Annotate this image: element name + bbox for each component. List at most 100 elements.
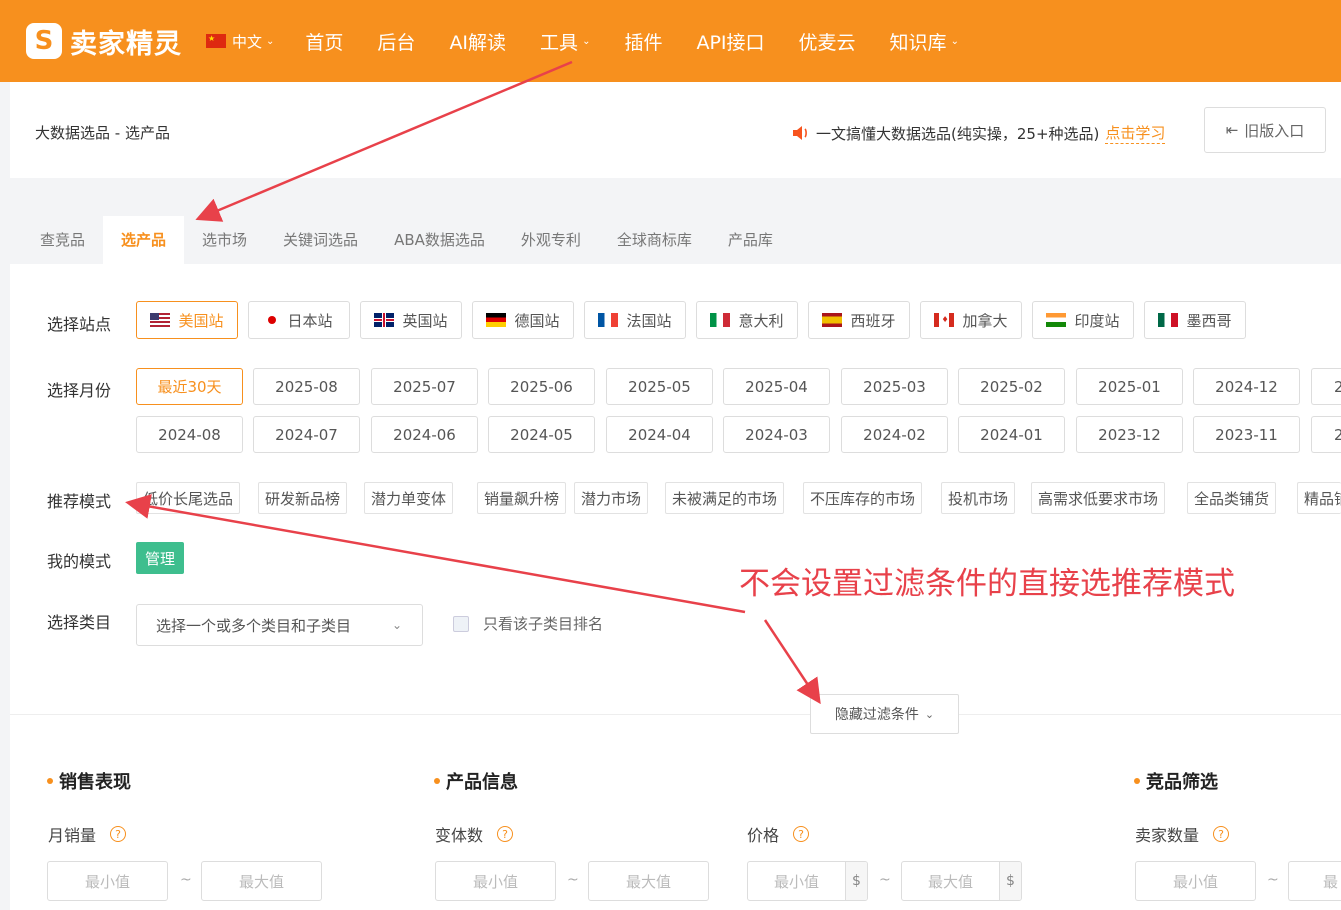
manage-button[interactable]: 管理 xyxy=(136,542,184,574)
nav-item-home[interactable]: 首页 xyxy=(305,28,343,55)
old-version-label: 旧版入口 xyxy=(1244,121,1305,140)
tab-competitor[interactable]: 查竞品 xyxy=(22,216,103,264)
month-chip[interactable]: 2023-12 xyxy=(1076,416,1183,453)
nav-item-knowledge[interactable]: 知识库 ⌄ xyxy=(890,28,959,55)
month-chip[interactable]: 2025-07 xyxy=(371,368,478,405)
site-chip-mx[interactable]: 墨西哥 xyxy=(1144,301,1246,339)
seller-count-min-input[interactable]: 最小值 xyxy=(1135,861,1256,901)
site-chip-us[interactable]: 美国站 xyxy=(136,301,238,339)
nav-item-api[interactable]: API接口 xyxy=(696,28,764,55)
month-chip[interactable]: 2024-07 xyxy=(253,416,360,453)
price-min-input[interactable]: 最小值 $ xyxy=(747,861,868,901)
monthly-sales-text: 月销量 xyxy=(48,826,97,845)
tab-design-patent[interactable]: 外观专利 xyxy=(503,216,599,264)
nav-item-plugin[interactable]: 插件 xyxy=(624,28,662,55)
monthly-sales-max-input[interactable]: 最大值 xyxy=(201,861,322,901)
mode-tag-label: 高需求低要求市场 xyxy=(1038,489,1159,508)
month-chip[interactable]: 2024-06 xyxy=(371,416,478,453)
month-chip-label: 2025-04 xyxy=(745,377,808,396)
help-icon[interactable]: ? xyxy=(793,826,810,842)
site-chip-ca[interactable]: ♦ 加拿大 xyxy=(920,301,1022,339)
tab-keyword[interactable]: 关键词选品 xyxy=(265,216,376,264)
learn-link[interactable]: 点击学习 xyxy=(1105,122,1166,144)
month-chip[interactable]: 2024-12 xyxy=(1193,368,1300,405)
month-chip[interactable]: 2025-06 xyxy=(488,368,595,405)
tab-bar: 查竞品 选产品 选市场 关键词选品 ABA数据选品 外观专利 全球商标库 产品库 xyxy=(22,216,791,264)
monthly-sales-label: 月销量? xyxy=(48,822,127,846)
month-chip[interactable]: 2024-08 xyxy=(136,416,243,453)
month-chip[interactable]: 2 xyxy=(1311,416,1341,453)
mode-tag[interactable]: 精品铺 xyxy=(1297,482,1341,514)
month-chip[interactable]: 2024-05 xyxy=(488,416,595,453)
subcategory-only-checkbox[interactable] xyxy=(453,615,469,632)
mode-tag[interactable]: 全品类铺货 xyxy=(1187,482,1277,514)
site-chip-de[interactable]: 德国站 xyxy=(472,301,574,339)
mode-tag[interactable]: 未被满足的市场 xyxy=(665,482,785,514)
month-chip[interactable]: 最近30天 xyxy=(136,368,243,405)
month-chip[interactable]: 2025-04 xyxy=(723,368,830,405)
nav-item-tools[interactable]: 工具 ⌄ xyxy=(540,28,590,55)
month-chip-label: 2024-12 xyxy=(1215,377,1278,396)
mode-tag[interactable]: 投机市场 xyxy=(941,482,1016,514)
hide-filters-button[interactable]: 隐藏过滤条件 ⌄ xyxy=(810,694,959,734)
tab-product-library[interactable]: 产品库 xyxy=(710,216,791,264)
seller-count-max-input[interactable]: 最 xyxy=(1288,861,1341,901)
tab-trademark[interactable]: 全球商标库 xyxy=(599,216,710,264)
language-switcher[interactable]: 中文 ⌄ xyxy=(206,31,274,52)
mode-tag[interactable]: 不压库存的市场 xyxy=(803,482,923,514)
variants-min-input[interactable]: 最小值 xyxy=(435,861,556,901)
month-chip-label: 2025-07 xyxy=(393,377,456,396)
help-icon[interactable]: ? xyxy=(497,826,514,842)
month-chip-label: 2025-01 xyxy=(1098,377,1161,396)
tab-aba[interactable]: ABA数据选品 xyxy=(376,216,503,264)
month-chip[interactable]: 2025-01 xyxy=(1076,368,1183,405)
mode-tag[interactable]: 潜力市场 xyxy=(574,482,649,514)
month-chip[interactable]: 2025-03 xyxy=(841,368,948,405)
month-chip[interactable]: 2023-11 xyxy=(1193,416,1300,453)
nav-item-backend[interactable]: 后台 xyxy=(377,28,415,55)
mode-tag[interactable]: 高需求低要求市场 xyxy=(1031,482,1166,514)
help-icon[interactable]: ? xyxy=(1213,826,1230,842)
site-chip-jp[interactable]: 日本站 xyxy=(248,301,350,339)
chevron-down-icon: ⌄ xyxy=(391,618,402,632)
category-placeholder: 选择一个或多个类目和子类目 xyxy=(156,616,352,635)
month-chip[interactable]: 2025-05 xyxy=(606,368,713,405)
month-chip[interactable]: 2 xyxy=(1311,368,1341,405)
month-chip[interactable]: 2025-08 xyxy=(253,368,360,405)
monthly-sales-min-input[interactable]: 最小值 xyxy=(47,861,168,901)
help-icon[interactable]: ? xyxy=(110,826,127,842)
site-chip-uk[interactable]: 英国站 xyxy=(360,301,462,339)
subcategory-only-option[interactable]: 只看该子类目排名 xyxy=(453,613,603,634)
site-chip-label: 德国站 xyxy=(514,311,560,330)
month-chip[interactable]: 2024-04 xyxy=(606,416,713,453)
mode-tag[interactable]: 潜力单变体 xyxy=(364,482,454,514)
old-version-button[interactable]: ⇤ 旧版入口 xyxy=(1204,107,1326,153)
seller-count-text: 卖家数量 xyxy=(1135,826,1200,845)
site-chip-in[interactable]: 印度站 xyxy=(1032,301,1134,339)
logo[interactable]: S 卖家精灵 xyxy=(26,22,182,61)
month-chip[interactable]: 2024-01 xyxy=(958,416,1065,453)
category-select[interactable]: 选择一个或多个类目和子类目 ⌄ xyxy=(136,604,423,646)
site-chip-it[interactable]: 意大利 xyxy=(696,301,798,339)
tab-product-selection[interactable]: 选产品 xyxy=(103,216,185,264)
max-placeholder: 最 xyxy=(1323,872,1339,891)
month-chip[interactable]: 2025-02 xyxy=(958,368,1065,405)
month-chip-label: 2023-11 xyxy=(1215,425,1278,444)
chevron-down-icon: ⌄ xyxy=(266,35,275,47)
month-chip[interactable]: 2024-03 xyxy=(723,416,830,453)
price-max-input[interactable]: 最大值 $ xyxy=(901,861,1022,901)
nav-item-youmaiyun[interactable]: 优麦云 xyxy=(799,28,856,55)
site-chip-label: 墨西哥 xyxy=(1186,311,1232,330)
nav-item-ai[interactable]: AI解读 xyxy=(449,28,506,55)
tab-market[interactable]: 选市场 xyxy=(184,216,265,264)
month-chip[interactable]: 2024-02 xyxy=(841,416,948,453)
site-chip-fr[interactable]: 法国站 xyxy=(584,301,686,339)
mode-tag[interactable]: 低价长尾选品 xyxy=(136,482,241,514)
mode-tag[interactable]: 研发新品榜 xyxy=(258,482,348,514)
mode-tag[interactable]: 销量飙升榜 xyxy=(477,482,567,514)
site-chip-es[interactable]: 西班牙 xyxy=(808,301,910,339)
site-chip-label: 西班牙 xyxy=(850,311,896,330)
variants-max-input[interactable]: 最大值 xyxy=(588,861,709,901)
notice-text: 一文搞懂大数据选品(纯实操，25+种选品) xyxy=(816,124,1100,143)
month-chip-label: 2025-03 xyxy=(863,377,926,396)
